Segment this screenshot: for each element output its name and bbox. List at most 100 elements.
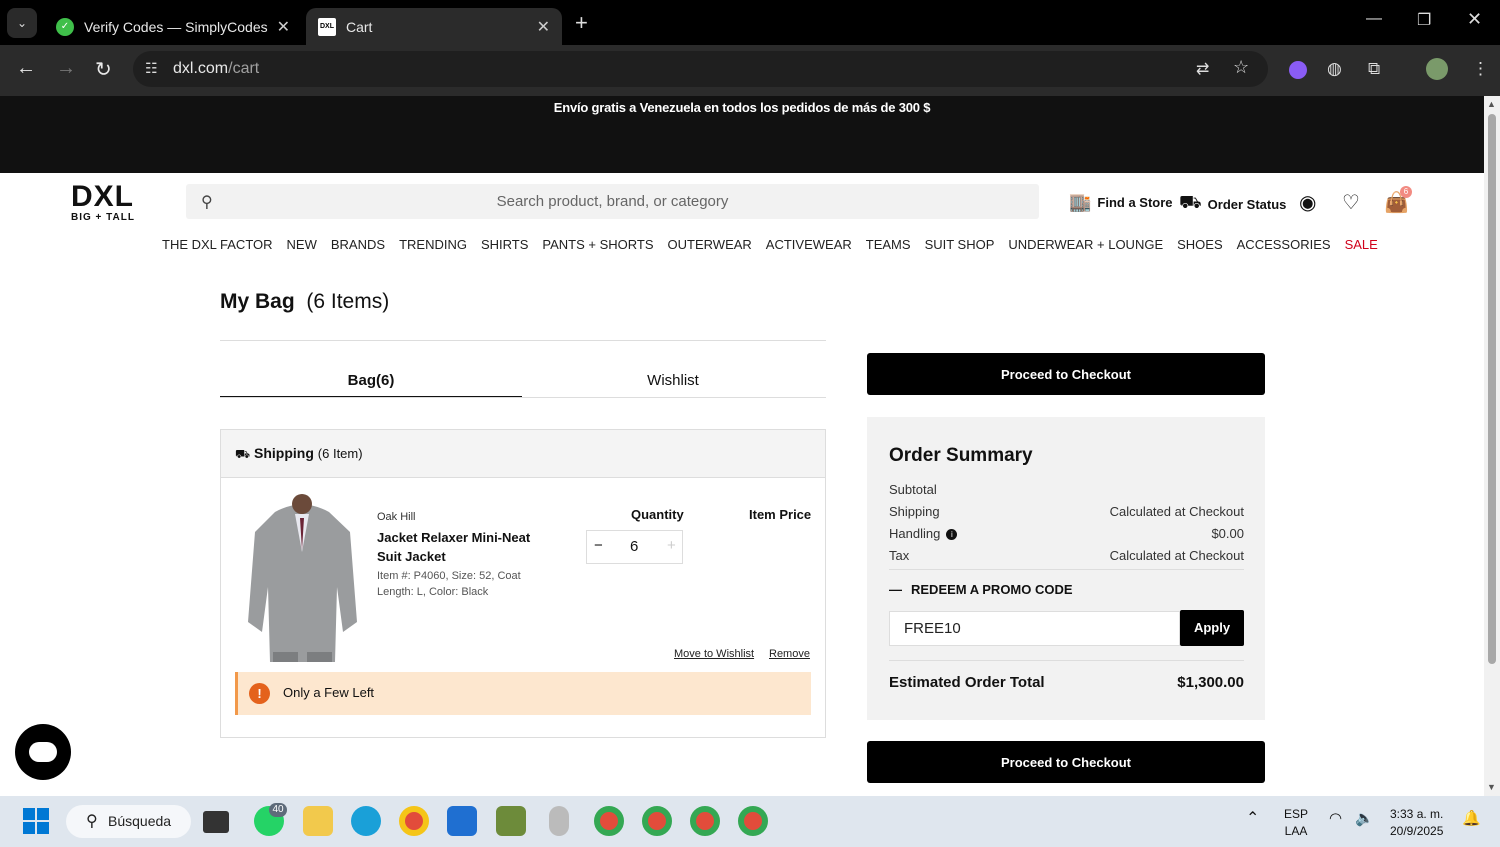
tab-close-icon[interactable]: ✕ — [537, 17, 550, 37]
page-scrollbar[interactable]: ▲ ▼ — [1484, 96, 1500, 796]
product-meta: Item #: P4060, Size: 52, Coat Length: L,… — [377, 570, 521, 598]
nav-item-outerwear[interactable]: OUTERWEAR — [668, 237, 752, 252]
site-search-bar[interactable]: ⚲ Search product, brand, or category — [186, 184, 1039, 219]
tab-simplycodes[interactable]: ✓ Verify Codes — SimplyCodes ✕ — [44, 8, 302, 45]
find-store-link[interactable]: 🏬 Find a Store — [1069, 192, 1173, 213]
account-icon[interactable]: ◉ — [1299, 190, 1316, 215]
file-explorer-icon[interactable] — [303, 806, 333, 836]
show-hidden-icons[interactable]: ⌃ — [1246, 810, 1259, 827]
nav-item-accessories[interactable]: ACCESSORIES — [1237, 237, 1331, 252]
minimize-icon[interactable]: — — [1366, 10, 1382, 28]
main-nav: THE DXL FACTOR NEW BRANDS TRENDING SHIRT… — [162, 237, 1378, 252]
redeem-label: REDEEM A PROMO CODE — [911, 582, 1073, 597]
chat-button[interactable] — [15, 724, 71, 780]
cart-items-box: ⛟ Shipping (6 Item) Oak Hill Jacket Rela… — [220, 429, 826, 738]
volume-icon[interactable]: 🔈 — [1355, 810, 1374, 827]
estimated-total-row: Estimated Order Total $1,300.00 — [889, 674, 1244, 691]
dxl-favicon-icon: DXL — [318, 17, 336, 36]
decrease-quantity-button[interactable]: − — [594, 537, 603, 554]
tab-cart[interactable]: DXL Cart ✕ — [306, 8, 562, 45]
move-to-wishlist-link[interactable]: Move to Wishlist — [674, 648, 754, 660]
nav-item-sale[interactable]: SALE — [1345, 237, 1378, 252]
chrome-profile-icon[interactable] — [594, 806, 624, 836]
globe-extension-icon[interactable]: ◍ — [1327, 59, 1342, 79]
info-icon[interactable]: i — [946, 529, 958, 541]
wifi-icon[interactable]: ◠ — [1329, 810, 1342, 827]
nav-item-brands[interactable]: BRANDS — [331, 237, 385, 252]
increase-quantity-button[interactable]: + — [667, 537, 676, 554]
extensions-puzzle-icon[interactable]: ⧉ — [1368, 59, 1380, 79]
site-info-icon[interactable]: ☷ — [145, 60, 158, 77]
nav-item-underwear-lounge[interactable]: UNDERWEAR + LOUNGE — [1008, 237, 1163, 252]
nav-item-pants-shorts[interactable]: PANTS + SHORTS — [542, 237, 653, 252]
tab-search-dropdown[interactable]: ⌄ — [7, 8, 37, 38]
tab-bag[interactable]: Bag(6) — [220, 372, 522, 389]
search-icon: ⚲ — [86, 813, 98, 830]
browser-toolbar: ← → ↻ ☷ dxl.com/cart ⇄ ☆ ◍ ⧉ ⋮ — [0, 45, 1500, 96]
apply-promo-button[interactable]: Apply — [1180, 610, 1244, 646]
translate-icon[interactable]: ⇄ — [1196, 59, 1209, 79]
scroll-up-icon[interactable]: ▲ — [1487, 99, 1496, 109]
find-store-label: Find a Store — [1097, 195, 1173, 210]
redeem-promo-toggle[interactable]: — REDEEM A PROMO CODE — [889, 582, 1073, 597]
clock[interactable]: 3:33 a. m. 20/9/2025 — [1390, 806, 1443, 840]
proceed-to-checkout-button[interactable]: Proceed to Checkout — [867, 353, 1265, 395]
summary-row-shipping: Shipping Calculated at Checkout — [889, 504, 1244, 519]
store-icon[interactable] — [447, 806, 477, 836]
chrome-profile-icon[interactable] — [690, 806, 720, 836]
collapse-minus-icon: — — [889, 582, 902, 597]
product-image[interactable] — [245, 492, 360, 662]
estimated-total-label: Estimated Order Total — [889, 674, 1045, 691]
extension-purple-icon[interactable] — [1289, 61, 1307, 79]
edge-icon[interactable] — [351, 806, 381, 836]
proceed-to-checkout-button-bottom[interactable]: Proceed to Checkout — [867, 741, 1265, 783]
nav-item-shirts[interactable]: SHIRTS — [481, 237, 528, 252]
notifications-bell-icon[interactable]: 🔔 — [1462, 810, 1481, 827]
nav-item-trending[interactable]: TRENDING — [399, 237, 467, 252]
back-icon[interactable]: ← — [16, 57, 36, 80]
browser-menu-icon[interactable]: ⋮ — [1472, 59, 1489, 79]
profile-avatar-icon[interactable] — [1426, 58, 1448, 80]
clock-date: 20/9/2025 — [1390, 824, 1444, 838]
forward-icon[interactable]: → — [56, 57, 76, 80]
chrome-profile-icon[interactable] — [642, 806, 672, 836]
product-name[interactable]: Jacket Relaxer Mini-Neat Suit Jacket — [377, 528, 537, 566]
divider — [220, 340, 826, 341]
low-stock-alert: ! Only a Few Left — [235, 672, 811, 715]
taskbar-search[interactable]: ⚲ Búsqueda — [66, 805, 191, 838]
quantity-value[interactable]: 6 — [630, 538, 638, 555]
order-status-link[interactable]: ⛟ Order Status — [1179, 192, 1286, 216]
nav-item-new[interactable]: NEW — [287, 237, 317, 252]
address-bar[interactable]: ☷ dxl.com/cart ⇄ ☆ — [133, 51, 1268, 87]
close-window-icon[interactable]: ✕ — [1467, 9, 1482, 30]
windows-start-icon[interactable] — [23, 808, 49, 834]
quantity-header: Quantity — [631, 507, 684, 522]
bag-count-badge: 6 — [1400, 186, 1412, 198]
nav-item-shoes[interactable]: SHOES — [1177, 237, 1223, 252]
minecraft-icon[interactable] — [496, 806, 526, 836]
nav-item-dxl-factor[interactable]: THE DXL FACTOR — [162, 237, 273, 252]
new-tab-button[interactable]: + — [575, 10, 588, 36]
bookmark-star-icon[interactable]: ☆ — [1233, 57, 1249, 78]
divider — [889, 569, 1244, 570]
wishlist-heart-icon[interactable]: ♡ — [1342, 190, 1360, 215]
chrome-icon[interactable] — [399, 806, 429, 836]
scroll-down-icon[interactable]: ▼ — [1487, 782, 1496, 792]
dxl-logo[interactable]: DXL BIG + TALL — [71, 182, 135, 224]
scrollbar-thumb[interactable] — [1488, 114, 1496, 664]
nav-item-suit-shop[interactable]: SUIT SHOP — [925, 237, 995, 252]
reload-icon[interactable]: ↻ — [95, 57, 112, 82]
chrome-profile-icon[interactable] — [738, 806, 768, 836]
tab-wishlist[interactable]: Wishlist — [522, 372, 824, 389]
promo-code-input[interactable]: FREE10 — [889, 611, 1180, 646]
tab-close-icon[interactable]: ✕ — [277, 17, 290, 37]
language-indicator[interactable]: ESP LAA — [1284, 806, 1308, 840]
truck-icon: ⛟ — [1179, 192, 1202, 212]
nav-item-activewear[interactable]: ACTIVEWEAR — [766, 237, 852, 252]
remove-link[interactable]: Remove — [769, 648, 810, 660]
mouse-app-icon[interactable] — [549, 806, 569, 836]
nav-item-teams[interactable]: TEAMS — [866, 237, 911, 252]
task-view-icon[interactable] — [203, 811, 229, 833]
estimated-total-value: $1,300.00 — [1177, 674, 1244, 691]
restore-icon[interactable]: ❐ — [1417, 10, 1431, 30]
